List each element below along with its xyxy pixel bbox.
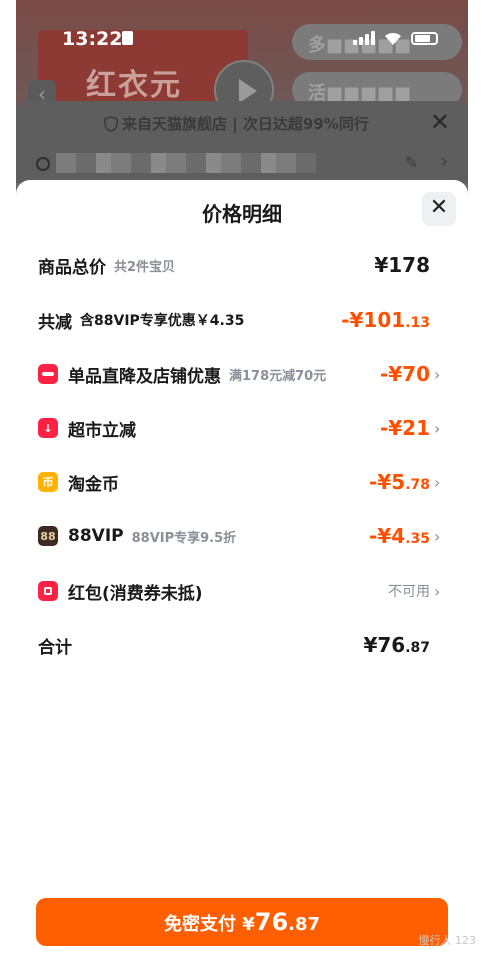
address-bar: ✎ › [16,143,468,183]
row-amount: -¥70 [380,362,430,386]
status-time: 13:22 [62,28,123,50]
pay-button-int: 76 [254,908,289,936]
lock-icon [122,31,133,45]
amount-dec: .35 [405,531,430,547]
row-total-discount: 共减 含88VIP专享优惠￥4.35 -¥101.13 [38,305,446,335]
row-amount: ¥178 [374,253,430,277]
chevron-right-icon: › [440,151,448,172]
banner-text: 来自天猫旗舰店 | 次日达超99%同行 [122,115,369,133]
discount-icon [38,364,58,384]
signal-icon [353,31,375,45]
amount-int: -¥101 [341,308,406,332]
row-amount: ¥76.87 [363,633,430,657]
row-label: 共减 [38,312,72,333]
row-amount: -¥4.35 [369,524,430,548]
watermark: 慢行人 123 [418,934,477,947]
amount-dec: .87 [405,640,430,656]
row-grand-total: 合计 ¥76.87 [38,630,446,660]
location-icon [36,157,50,171]
row-amount: -¥21 [380,416,430,440]
pay-button[interactable]: 免密支付 ¥76.87 [36,898,448,946]
address-text-redacted [56,153,316,173]
amount-int: -¥4 [369,524,406,548]
amount-dec: .78 [405,477,430,493]
row-store-discount[interactable]: 单品直降及店铺优惠 满178元减70元 -¥70 › [38,359,446,389]
shield-icon [104,115,118,132]
row-label: 单品直降及店铺优惠 [68,366,221,387]
vip-icon: 88 [38,526,58,546]
close-icon: ✕ [429,108,450,136]
row-label: 商品总价 [38,257,106,278]
chevron-right-icon: › [434,581,441,601]
row-sub: 满178元减70元 [229,368,327,384]
row-label: 红包(消费券未抵) [68,583,203,604]
row-sub: 共2件宝贝 [114,259,176,275]
row-amount: -¥5.78 [369,470,430,494]
row-sub: 88VIP专享9.5折 [131,530,237,546]
status-bar: 13:22 [16,0,468,60]
chevron-right-icon: › [434,526,441,546]
price-detail-sheet: 价格明细 ✕ 商品总价 共2件宝贝 ¥178 共减 含88VIP专享优惠￥4.3… [16,180,468,958]
row-88vip[interactable]: 88 88VIP 88VIP专享9.5折 -¥4.35 › [38,521,446,551]
row-subtotal: 商品总价 共2件宝贝 ¥178 [38,250,446,280]
amount-int: -¥21 [379,416,430,440]
amount-int: -¥70 [379,362,430,386]
amount-int: ¥178 [374,253,430,277]
row-amount: -¥101.13 [341,308,430,332]
status-icons [353,30,438,46]
chevron-right-icon: › [434,364,441,384]
shop-banner: 来自天猫旗舰店 | 次日达超99%同行 ✕ [16,101,468,143]
row-status: 不可用 [388,584,430,600]
chevron-right-icon: › [434,418,441,438]
chevron-right-icon: › [434,472,441,492]
hero-text: 红衣元 [86,68,182,103]
row-red-packet[interactable]: 红包(消费券未抵) 不可用 › [38,576,446,606]
amount-dec: .13 [405,315,430,331]
row-label: 合计 [38,637,72,658]
wifi-icon [385,32,401,45]
row-supermarket-discount[interactable]: ↓ 超市立减 -¥21 › [38,413,446,443]
row-label: 超市立减 [68,420,136,441]
row-sub: 含88VIP专享优惠￥4.35 [80,313,245,329]
row-taojinbi[interactable]: 币 淘金币 -¥5.78 › [38,467,446,497]
sheet-title: 价格明细 [202,202,282,226]
red-packet-icon [38,581,58,601]
coin-icon: 币 [38,472,58,492]
battery-icon [411,31,438,45]
pay-button-prefix: 免密支付 ¥ [163,914,255,935]
row-label: 88VIP [68,526,124,546]
edit-icon: ✎ [404,153,418,172]
amount-int: -¥5 [369,470,406,494]
arrow-down-icon: ↓ [38,418,58,438]
pay-button-dec: .87 [288,914,321,935]
amount-int: ¥76 [363,633,406,657]
close-button[interactable]: ✕ [422,192,456,226]
row-label: 淘金币 [68,474,119,495]
